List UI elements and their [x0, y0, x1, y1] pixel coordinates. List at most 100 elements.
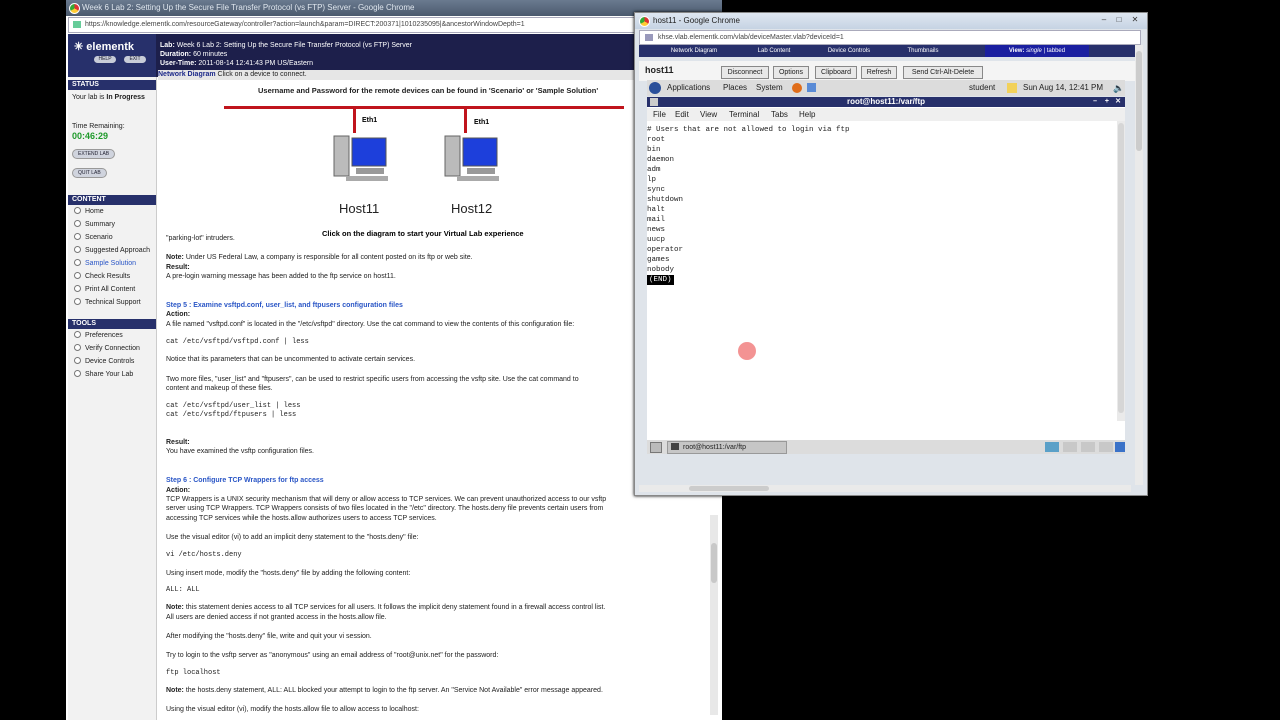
step5-action-label: Action:: [166, 311, 191, 318]
nav-suggested-approach[interactable]: Suggested Approach: [74, 246, 150, 255]
menu-places[interactable]: Places: [723, 80, 747, 96]
scroll-thumb[interactable]: [1118, 123, 1124, 413]
nav-summary[interactable]: Summary: [74, 220, 115, 229]
workspace-2-icon[interactable]: [1063, 442, 1077, 452]
terminal-titlebar[interactable]: root@host11:/var/ftp – + ✕: [647, 97, 1125, 107]
lab-content-scrollbar[interactable]: [710, 515, 718, 715]
terminal-scrollbar[interactable]: [1117, 121, 1125, 421]
ctrl-alt-del-button[interactable]: Send Ctrl-Alt-Delete: [903, 66, 983, 79]
nav-check-results[interactable]: Check Results: [74, 272, 130, 281]
volume-icon[interactable]: 🔈: [1113, 80, 1124, 96]
host-toolbar: host11 Disconnect Options Clipboard Refr…: [639, 61, 1139, 81]
host11-vscrollbar[interactable]: [1135, 45, 1143, 485]
step6-text-f: Using the visual editor (vi), modify the…: [166, 706, 419, 713]
quit-lab-button[interactable]: QUIT LAB: [72, 168, 107, 178]
network-diagram-hint: Click on a device to connect.: [217, 71, 307, 78]
view-tabbed[interactable]: tabbed: [1047, 48, 1065, 54]
lab-window-titlebar[interactable]: Week 6 Lab 2: Setting Up the Secure File…: [66, 0, 722, 16]
trash-icon[interactable]: [1115, 442, 1125, 452]
view-single[interactable]: single: [1026, 48, 1042, 54]
nav-home[interactable]: Home: [74, 207, 104, 216]
step6-cmd-all: ALL: ALL: [166, 586, 200, 594]
scroll-thumb[interactable]: [711, 543, 717, 583]
nav-scenario[interactable]: Scenario: [74, 233, 113, 242]
step6-text-d: After modifying the "hosts.deny" file, w…: [166, 633, 372, 640]
show-desktop-icon[interactable]: [650, 442, 662, 453]
term-menu-edit[interactable]: Edit: [675, 108, 689, 121]
nav-tech-support[interactable]: Technical Support: [74, 298, 141, 307]
host11-label[interactable]: Host11: [339, 201, 379, 216]
tool-share-lab[interactable]: Share Your Lab: [74, 370, 133, 379]
workspace-4-icon[interactable]: [1099, 442, 1113, 452]
taskbar-terminal-item[interactable]: root@host11:/var/ftp: [667, 441, 787, 454]
tool-device-controls[interactable]: Device Controls: [74, 357, 134, 366]
options-button[interactable]: Options: [773, 66, 809, 79]
host11-hscrollbar[interactable]: [639, 485, 1131, 492]
lab-address-bar[interactable]: https://knowledge.elementk.com/resourceG…: [68, 17, 722, 33]
bullet-icon: [74, 357, 81, 364]
host11-titlebar[interactable]: host11 - Google Chrome – □ ✕: [635, 13, 1147, 29]
host12-computer-icon: [444, 135, 499, 181]
scroll-thumb[interactable]: [689, 486, 769, 491]
disconnect-button[interactable]: Disconnect: [721, 66, 769, 79]
tool-verify-connection[interactable]: Verify Connection: [74, 344, 140, 353]
tool-label: Preferences: [85, 332, 123, 339]
tab-lab-content[interactable]: Lab Content: [739, 45, 809, 57]
terminal-line: sync: [647, 186, 666, 194]
note-text: Under US Federal Law, a company is respo…: [185, 254, 473, 261]
tool-preferences[interactable]: Preferences: [74, 331, 123, 340]
usertime-label: User-Time:: [160, 60, 197, 67]
pager-end-marker: (END): [647, 275, 674, 285]
extend-lab-button[interactable]: EXTEND LAB: [72, 149, 116, 159]
tab-device-controls[interactable]: Device Controls: [809, 45, 889, 57]
close-icon[interactable]: ✕: [1128, 15, 1142, 25]
clipboard-button[interactable]: Clipboard: [815, 66, 857, 79]
maximize-icon[interactable]: □: [1112, 15, 1126, 25]
scroll-thumb[interactable]: [1136, 51, 1142, 151]
term-menu-terminal[interactable]: Terminal: [729, 108, 759, 121]
nav-sample-solution[interactable]: Sample Solution: [74, 259, 136, 268]
lab-name: Week 6 Lab 2: Setting Up the Secure File…: [176, 42, 412, 49]
nav-label: Suggested Approach: [85, 247, 150, 254]
bullet-icon: [74, 285, 81, 292]
terminal-menubar: File Edit View Terminal Tabs Help: [647, 108, 1125, 121]
help-button[interactable]: HELP: [94, 56, 116, 63]
bullet-icon: [74, 220, 81, 227]
term-menu-help[interactable]: Help: [799, 108, 815, 121]
elementk-logo: ✳ elementk: [74, 41, 134, 53]
refresh-button[interactable]: Refresh: [861, 66, 897, 79]
tool-label: Share Your Lab: [85, 371, 134, 378]
menu-applications[interactable]: Applications: [667, 80, 710, 96]
view-toggle[interactable]: View: single | tabbed: [985, 45, 1089, 57]
terminal-line: adm: [647, 166, 661, 174]
exit-button[interactable]: EXIT: [124, 56, 146, 63]
logo-text: elementk: [86, 41, 134, 53]
workspace-3-icon[interactable]: [1081, 442, 1095, 452]
term-menu-tabs[interactable]: Tabs: [771, 108, 788, 121]
nav-print-all[interactable]: Print All Content: [74, 285, 135, 294]
term-maximize-icon[interactable]: +: [1105, 97, 1109, 107]
term-menu-file[interactable]: File: [653, 108, 666, 121]
status-heading: STATUS: [68, 80, 156, 90]
minimize-icon[interactable]: –: [1097, 15, 1111, 25]
tab-network-diagram[interactable]: Network Diagram: [649, 45, 739, 57]
menu-system[interactable]: System: [756, 80, 783, 96]
tab-thumbnails[interactable]: Thumbnails: [889, 45, 957, 57]
workspace-1-icon[interactable]: [1045, 442, 1059, 452]
host12-label[interactable]: Host12: [451, 201, 492, 216]
term-close-icon[interactable]: ✕: [1115, 97, 1121, 107]
term-menu-view[interactable]: View: [700, 108, 717, 121]
step6-text-a1: TCP Wrappers is a UNIX security mechanis…: [166, 496, 607, 503]
terminal-output[interactable]: # Users that are not allowed to login vi…: [647, 121, 1117, 421]
term-minimize-icon[interactable]: –: [1093, 97, 1097, 107]
terminal-line: # Users that are not allowed to login vi…: [647, 126, 850, 134]
terminal-line: shutdown: [647, 196, 684, 204]
credentials-note: Username and Password for the remote dev…: [258, 86, 599, 95]
fedora-icon[interactable]: [649, 82, 661, 94]
diagram-click-note: Click on the diagram to start your Virtu…: [322, 229, 524, 238]
firefox-icon[interactable]: [792, 83, 802, 93]
host11-address-bar[interactable]: khse.vlab.elementk.com/vlab/deviceMaster…: [639, 30, 1141, 45]
secure-lock-icon: [73, 21, 81, 28]
panel-clock[interactable]: Sun Aug 14, 12:41 PM: [1023, 80, 1103, 96]
help-icon[interactable]: [807, 83, 816, 92]
